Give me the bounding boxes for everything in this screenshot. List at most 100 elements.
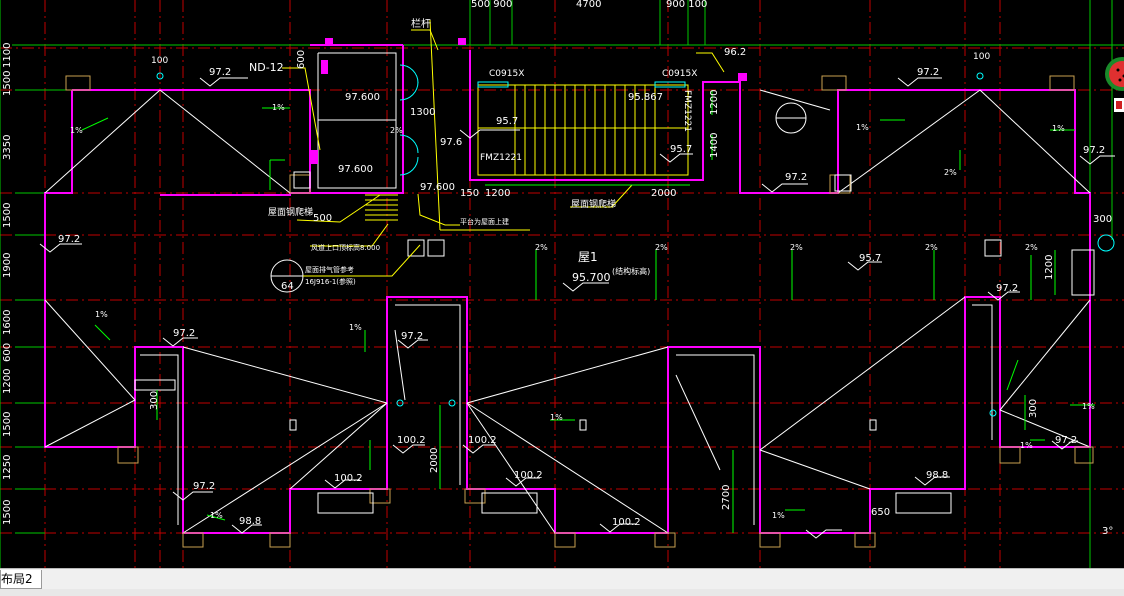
- dim-300-right: 300: [1093, 214, 1112, 225]
- elev-972-i: 97.2: [193, 481, 215, 492]
- stair-hatch: [365, 20, 688, 230]
- dim-left-1500c: 1500: [2, 412, 13, 437]
- dim-top-3: 900 100: [666, 0, 707, 10]
- dim-left-1900: 1900: [2, 253, 13, 278]
- callout-circles: [271, 103, 806, 292]
- elev-957-a: 95.7: [496, 116, 518, 127]
- elev-972-a: 97.2: [209, 67, 231, 78]
- dim-1400-v: 1400: [709, 133, 720, 158]
- label-ladder-right: 屋面钢爬梯: [571, 198, 616, 210]
- dim-left-600: 600: [2, 343, 13, 362]
- elevation-labels: 97.2 97.2 97.2 97.2 97.2 97.2 97.2 97.2 …: [58, 67, 1105, 528]
- elev-972-f: 97.2: [401, 331, 423, 342]
- elev-988-b: 98.8: [926, 470, 948, 481]
- slope-f: 1%: [349, 323, 362, 332]
- slope-b: 1%: [272, 103, 285, 112]
- dim-600: 600: [296, 50, 307, 69]
- dim-top-2: 4700: [576, 0, 601, 10]
- elev-988-a: 98.8: [239, 516, 261, 527]
- dim-1200-right: 1200: [1044, 255, 1055, 280]
- dim-2000-v: 2000: [429, 448, 440, 473]
- label-standard: 16J916-1(参照): [305, 277, 356, 286]
- elev-976: 97.6: [440, 137, 462, 148]
- dim-1200-stair: 1200: [485, 188, 510, 199]
- dimension-lines: [157, 90, 1055, 533]
- dim-150: 150: [460, 188, 479, 199]
- misc-dimensions: 2000 2700 1200 300 300 300 600 650 3°: [149, 50, 1113, 537]
- dim-left-1500b: 1500: [2, 203, 13, 228]
- roof-center-labels: 屋1 95.700 (结构标高): [572, 250, 650, 284]
- elev-962: 96.2: [724, 47, 746, 58]
- drain-100-left: 100: [151, 56, 168, 66]
- top-dimensions: 500 900 4700 900 100: [471, 0, 707, 10]
- elev-972-b: 97.2: [917, 67, 939, 78]
- slope-g: 1%: [550, 413, 563, 422]
- roof-plan-drawing: 500 900 4700 900 100 1500 1100 3350 1500…: [0, 0, 1124, 568]
- elev-1002-b: 100.2: [468, 435, 497, 446]
- label-exhaust: 屋面排气管参考: [305, 265, 354, 274]
- elev-972-e: 97.2: [173, 328, 195, 339]
- slope-d: 1%: [1052, 124, 1065, 133]
- elev-1002-a: 100.2: [397, 435, 426, 446]
- dim-left-1600: 1600: [2, 310, 13, 335]
- roof-label: 屋1: [578, 250, 598, 264]
- slope-labels: 1% 1% 1% 1% 1% 1% 1% 1% 2% 2% 2% 2% 2% 2…: [70, 103, 1095, 520]
- slope-a: 1%: [70, 126, 83, 135]
- elev-972-g: 97.2: [996, 283, 1018, 294]
- dim-left-1200: 1200: [2, 369, 13, 394]
- dim-1300: 1300: [410, 107, 435, 118]
- elev-97600-a: 97.600: [345, 92, 380, 103]
- window-c0915x-left: C0915X: [489, 69, 524, 79]
- slope-r: 1%: [1082, 402, 1095, 411]
- elev-1002-d: 100.2: [514, 470, 543, 481]
- left-dimensions: 1500 1100 3350 1500 1900 1600 600 1200 1…: [2, 43, 13, 525]
- elev-97600-b: 97.600: [338, 164, 373, 175]
- slope-n: 2%: [944, 168, 957, 177]
- elev-95867: 95.867: [628, 92, 663, 103]
- callout-64: 64: [281, 281, 294, 292]
- slope-i: 2%: [535, 243, 548, 252]
- layout-tab-bar: 布局2: [0, 568, 1124, 596]
- slope-e: 1%: [95, 310, 108, 319]
- watermelon-icon[interactable]: [1100, 24, 1124, 120]
- dim-2000-stair: 2000: [651, 188, 676, 199]
- tab-layout2[interactable]: 布局2: [0, 570, 42, 589]
- label-3-degrees: 3°: [1102, 526, 1113, 537]
- dim-2700-v: 2700: [721, 485, 732, 510]
- elev-1002-e: 100.2: [612, 517, 641, 528]
- roof-elevation: 95.700: [572, 271, 611, 284]
- slope-lines: [45, 90, 1090, 533]
- dim-1200-v: 1200: [709, 90, 720, 115]
- slope-h: 1%: [210, 511, 223, 520]
- window-c0915x-right: C0915X: [662, 69, 697, 79]
- elev-972-d: 97.2: [58, 234, 80, 245]
- dim-left-1250: 1250: [2, 455, 13, 480]
- label-nd12: ND-12: [249, 61, 284, 74]
- dim-left-1500a: 1500: [2, 71, 13, 96]
- elev-972-c: 97.2: [1083, 145, 1105, 156]
- dim-top-1: 500 900: [471, 0, 512, 10]
- elev-972-j: 97.2: [1055, 435, 1077, 446]
- dim-650: 650: [871, 507, 890, 518]
- dim-left-1500d: 1500: [2, 500, 13, 525]
- fixtures: [135, 172, 1094, 513]
- roof-elevation-note: (结构标高): [612, 266, 650, 276]
- roof-outline: [45, 45, 1090, 533]
- elevation-symbols: [40, 78, 1115, 538]
- dim-300-left: 300: [149, 391, 160, 410]
- elev-972-h: 97.2: [785, 172, 807, 183]
- label-railing: 栏杆: [411, 17, 431, 30]
- door-fmz1221-left: FMZ1221: [480, 153, 522, 163]
- slope-l: 2%: [925, 243, 938, 252]
- slope-q: 1%: [1020, 441, 1033, 450]
- elev-1002-c: 100.2: [334, 473, 363, 484]
- dim-left-3350: 3350: [2, 135, 13, 160]
- elev-97600-c: 97.600: [420, 182, 455, 193]
- label-duct-top: 风道上口顶标高8.000: [311, 243, 380, 252]
- slope-m: 2%: [1025, 243, 1038, 252]
- label-ladder-left: 屋面钢爬梯: [268, 206, 313, 218]
- slope-c: 1%: [856, 123, 869, 132]
- cad-drawing-canvas[interactable]: 500 900 4700 900 100 1500 1100 3350 1500…: [0, 0, 1124, 568]
- slope-p: 1%: [772, 511, 785, 520]
- elev-957-roof: 95.7: [859, 253, 881, 264]
